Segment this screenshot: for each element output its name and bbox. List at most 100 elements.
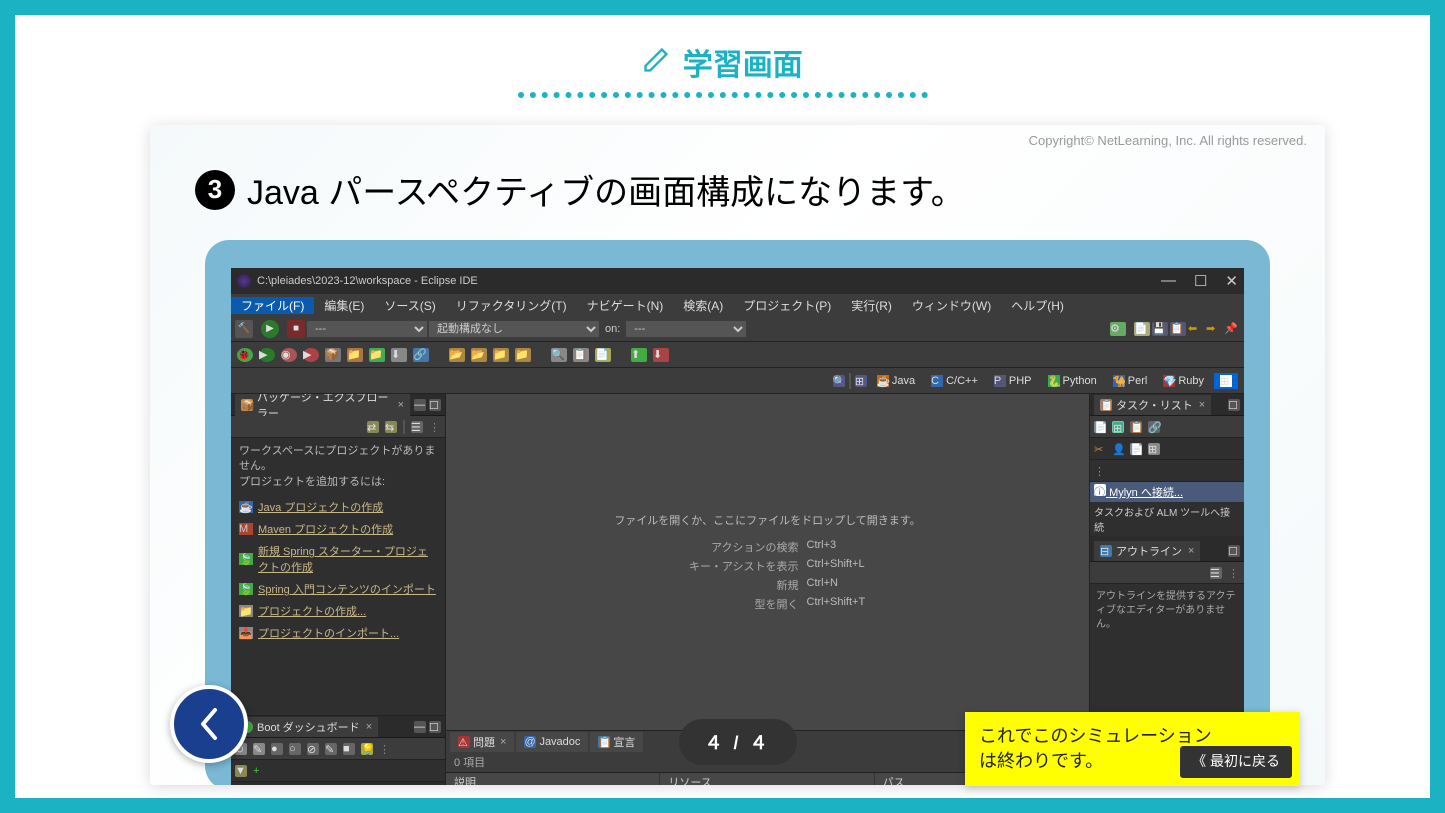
minimize-view-icon[interactable]: ☐ [1228,399,1240,411]
menu-run[interactable]: 実行(R) [841,297,902,314]
settings-icon[interactable]: ⚙ [1110,322,1126,336]
outline-menu-icon[interactable]: ⋮ [1228,567,1240,579]
boot-dashboard-tab[interactable]: ● Boot ダッシュボード × [235,717,378,737]
boot-filter-icon[interactable]: ▼ [235,765,247,777]
perspective-php[interactable]: PPHP [988,373,1038,389]
boot-icon-8[interactable]: 💡 [361,743,373,755]
outline-tab[interactable]: ⊟ アウトライン × [1094,541,1200,561]
build-icon[interactable]: 🔨 [235,320,253,338]
tb-icon-10[interactable]: 🔍 [551,348,567,362]
tb-icon-3[interactable]: 📁 [369,348,385,362]
save-all-icon[interactable]: 📋 [1170,322,1186,336]
menu-help[interactable]: ヘルプ(H) [1001,297,1074,314]
coverage-icon[interactable]: ◉ [281,348,297,362]
tab-declaration[interactable]: 📋宣言 [590,732,643,752]
perspective-ccpp[interactable]: CC/C++ [925,373,984,389]
open-persp-icon[interactable]: ⊞ [855,375,867,387]
menu-refactor[interactable]: リファクタリング(T) [446,297,577,314]
perspective-python[interactable]: 🐍Python [1042,373,1103,389]
perspective-active[interactable]: ⊞ [1214,373,1238,389]
tb-icon-9[interactable]: 📁 [515,348,531,362]
link-java-project[interactable]: Java プロジェクトの作成 [258,499,383,515]
boot-icon-6[interactable]: ✎ [325,743,337,755]
task-icon-6[interactable]: 👤 [1112,443,1124,455]
boot-menu-icon[interactable]: ⋮ [379,743,391,755]
tb-icon-14[interactable]: ⬇ [653,348,669,362]
maximize-view-icon[interactable]: ☐ [429,721,441,733]
minimize-icon[interactable]: — [1161,272,1176,290]
link-import-project[interactable]: プロジェクトのインポート... [258,625,399,641]
link-editor-icon[interactable]: ⇆ [385,421,397,433]
menu-navigate[interactable]: ナビゲート(N) [577,297,674,314]
minimize-view-icon[interactable]: — [414,721,426,733]
debug-icon[interactable]: 🐞 [237,348,253,362]
close-icon[interactable]: × [1199,399,1205,411]
pin-icon[interactable]: 📌 [1224,322,1240,336]
launch-config-selector[interactable]: 起動構成なし [429,321,599,337]
forward-icon[interactable]: ➡ [1206,322,1222,336]
perspective-perl[interactable]: 🐪Perl [1107,373,1154,389]
minimize-view-icon[interactable]: ☐ [1228,545,1240,557]
tb-icon-11[interactable]: 📋 [573,348,589,362]
tab-problems[interactable]: ⚠問題× [450,732,514,752]
stop-button[interactable]: ■ [287,320,305,338]
minimize-view-icon[interactable]: — [414,399,426,411]
close-icon[interactable]: × [366,721,372,733]
tb-icon-5[interactable]: 🔗 [413,348,429,362]
tb-icon-2[interactable]: 📁 [347,348,363,362]
perspective-java[interactable]: ☕Java [871,373,921,389]
tb-icon-7[interactable]: 📂 [471,348,487,362]
view-menu-icon[interactable]: ⋮ [429,421,441,433]
link-maven-project[interactable]: Maven プロジェクトの作成 [258,521,393,537]
boot-icon-2[interactable]: ✎ [253,743,265,755]
launch-selector-2[interactable]: --- [626,321,746,337]
task-icon-8[interactable]: ⊞ [1148,443,1160,455]
previous-button[interactable] [170,685,248,763]
outline-icon-1[interactable]: ☰ [1210,567,1222,579]
tab-javadoc[interactable]: @Javadoc [516,732,588,752]
menu-source[interactable]: ソース(S) [374,297,445,314]
tb-icon-8[interactable]: 📁 [493,348,509,362]
link-new-project[interactable]: プロジェクトの作成... [258,603,366,619]
boot-icon-7[interactable]: ■ [343,743,355,755]
task-icon-7[interactable]: 📄 [1130,443,1142,455]
maximize-view-icon[interactable]: ☐ [429,399,441,411]
perspective-ruby[interactable]: 💎Ruby [1157,373,1210,389]
back-icon[interactable]: ⬅ [1188,322,1204,336]
link-spring-project[interactable]: 新規 Spring スターター・プロジェクトの作成 [258,543,437,575]
tb-icon-13[interactable]: ⬆ [631,348,647,362]
new-icon[interactable]: 📄 [1134,322,1150,336]
run2-icon[interactable]: ▶ [259,348,275,362]
task-menu-icon[interactable]: ⋮ [1094,465,1106,477]
task-icon-4[interactable]: 🔗 [1148,421,1160,433]
save-icon[interactable]: 💾 [1152,322,1168,336]
launch-selector-1[interactable]: --- [307,321,427,337]
boot-icon-3[interactable]: ● [271,743,283,755]
mylyn-connect-link[interactable]: ⓘ Mylyn へ接続... [1090,482,1244,502]
boot-add-icon[interactable]: + [253,765,265,777]
collapse-all-icon[interactable]: ⇄ [367,421,379,433]
quick-access-icon[interactable]: 🔍 [833,375,845,387]
task-icon-5[interactable]: ✂ [1094,443,1106,455]
tb-icon-6[interactable]: 📂 [449,348,465,362]
run-button[interactable]: ▶ [261,320,279,338]
maximize-icon[interactable]: ☐ [1194,272,1207,290]
close-icon[interactable]: × [500,736,506,748]
close-icon[interactable]: × [1188,545,1194,557]
tb-icon-1[interactable]: 📦 [325,348,341,362]
task-icon-3[interactable]: 📋 [1130,421,1142,433]
tb-icon-12[interactable]: 📄 [595,348,611,362]
boot-icon-4[interactable]: ○ [289,743,301,755]
tb-icon-4[interactable]: ⬇ [391,348,407,362]
menu-search[interactable]: 検索(A) [673,297,733,314]
task-list-tab[interactable]: 📋 タスク・リスト × [1094,395,1211,415]
close-icon[interactable]: ✕ [1225,272,1238,290]
task-icon-1[interactable]: 📄 [1094,421,1106,433]
close-icon[interactable]: × [398,399,404,411]
menu-edit[interactable]: 編集(E) [314,297,374,314]
boot-icon-5[interactable]: ⊘ [307,743,319,755]
return-to-start-button[interactable]: 《 最初に戻る [1180,746,1292,778]
menu-project[interactable]: プロジェクト(P) [733,297,841,314]
menu-file[interactable]: ファイル(F) [231,297,314,314]
link-spring-import[interactable]: Spring 入門コンテンツのインポート [258,581,436,597]
